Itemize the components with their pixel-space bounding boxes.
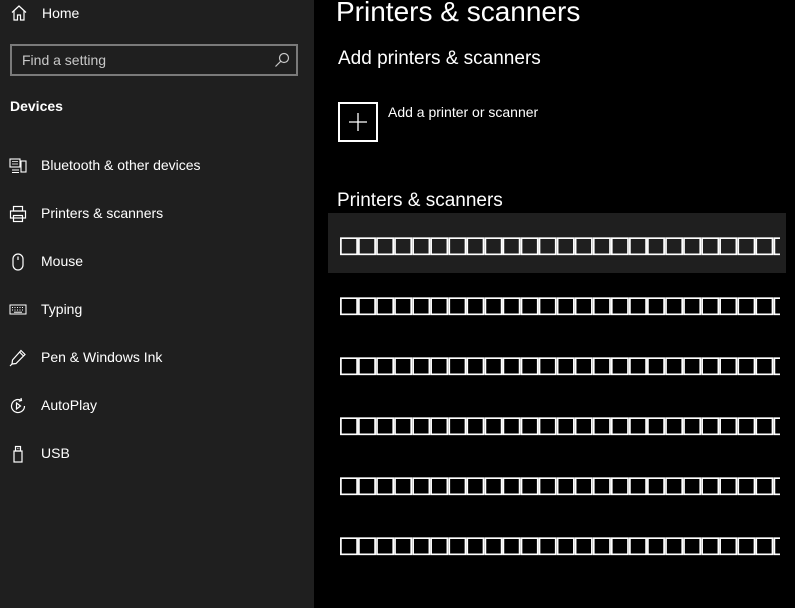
autoplay-icon	[9, 397, 27, 415]
main-content: Printers & scanners Add printers & scann…	[314, 0, 795, 608]
printers-list-heading: Printers & scanners	[337, 190, 503, 211]
add-printer-label: Add a printer or scanner	[388, 104, 539, 120]
printer-name: □□□□□□□□□□□□□□□□□□□□□□□□□□□□□□□□□□□	[340, 230, 780, 260]
sidebar-item-usb[interactable]: USB	[0, 433, 314, 473]
sidebar-item-printers[interactable]: Printers & scanners	[0, 193, 314, 233]
home-label: Home	[42, 5, 80, 21]
printer-icon	[9, 205, 27, 223]
printer-row[interactable]: □□□□□□□□□□□□□□□□□□□□□□□□□□□□□□□□□□□	[328, 453, 786, 513]
add-printer-button[interactable]: Add a printer or scanner	[338, 102, 648, 144]
sidebar-item-label: Typing	[41, 301, 83, 317]
search-input[interactable]	[12, 46, 262, 74]
printer-row[interactable]: □□□□□□□□□□□□□□□□□□□□□□□□□□□□□□□□□□□	[328, 513, 786, 573]
search-box[interactable]	[10, 44, 298, 76]
printer-row[interactable]: □□□□□□□□□□□□□□□□□□□□□□□□□□□□□□□□□□□	[328, 333, 786, 393]
plus-icon	[338, 102, 378, 142]
sidebar: Home Devices Bluetooth & other	[0, 0, 314, 608]
sidebar-item-label: USB	[41, 445, 70, 461]
sidebar-item-autoplay[interactable]: AutoPlay	[0, 385, 314, 425]
home-nav-item[interactable]: Home	[0, 0, 314, 30]
sidebar-item-typing[interactable]: Typing	[0, 289, 314, 329]
usb-icon	[9, 445, 27, 463]
sidebar-item-bluetooth[interactable]: Bluetooth & other devices	[0, 145, 314, 185]
printer-name: □□□□□□□□□□□□□□□□□□□□□□□□□□□□□□□□□□□	[340, 530, 780, 560]
sidebar-item-label: Printers & scanners	[41, 205, 164, 221]
sidebar-item-label: Mouse	[41, 253, 84, 269]
printer-row[interactable]: □□□□□□□□□□□□□□□□□□□□□□□□□□□□□□□□□□□	[328, 273, 786, 333]
sidebar-item-mouse[interactable]: Mouse	[0, 241, 314, 281]
sidebar-item-pen[interactable]: Pen & Windows Ink	[0, 337, 314, 377]
pen-icon	[9, 349, 27, 367]
printer-row[interactable]: □□□□□□□□□□□□□□□□□□□□□□□□□□□□□□□□□□□	[328, 393, 786, 453]
sidebar-item-label: Pen & Windows Ink	[41, 349, 163, 365]
search-icon[interactable]	[274, 52, 290, 68]
page-title: Printers & scanners	[336, 0, 581, 27]
printer-row[interactable]: □□□□□□□□□□□□□□□□□□□□□□□□□□□□□□□□□□□	[328, 213, 786, 273]
keyboard-icon	[9, 301, 27, 319]
home-icon	[10, 4, 28, 22]
settings-window: Home Devices Bluetooth & other	[0, 0, 795, 608]
bluetooth-devices-icon	[9, 157, 27, 175]
printer-name: □□□□□□□□□□□□□□□□□□□□□□□□□□□□□□□□□□□	[340, 290, 780, 320]
printer-list: □□□□□□□□□□□□□□□□□□□□□□□□ □□□□□□□□□□□ □□□□…	[328, 213, 786, 573]
mouse-icon	[9, 253, 27, 271]
printer-name: □□□□□□□□□□□□□□□□□□□□□□□□□□□□□□□□□□□	[340, 410, 780, 440]
section-title: Devices	[10, 98, 63, 114]
printer-name: □□□□□□□□□□□□□□□□□□□□□□□□□□□□□□□□□□□	[340, 350, 780, 380]
printer-name: □□□□□□□□□□□□□□□□□□□□□□□□□□□□□□□□□□□	[340, 470, 780, 500]
sidebar-item-label: AutoPlay	[41, 397, 98, 413]
sidebar-item-label: Bluetooth & other devices	[41, 157, 201, 173]
add-printers-heading: Add printers & scanners	[338, 48, 541, 69]
